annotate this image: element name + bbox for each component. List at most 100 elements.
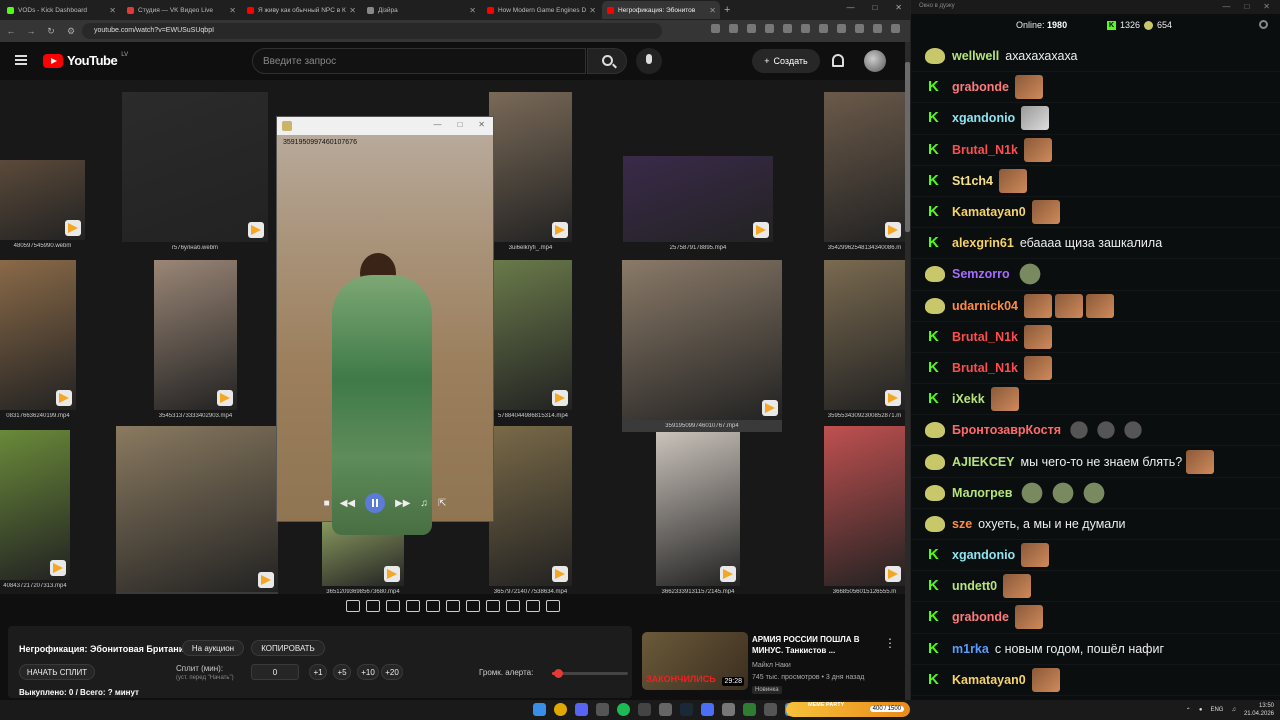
chat-username[interactable]: iXekk: [952, 392, 985, 406]
chat-username[interactable]: grabonde: [952, 610, 1009, 624]
maximize-icon[interactable]: □: [872, 3, 877, 12]
chat-username[interactable]: Kamatayan0: [952, 673, 1026, 687]
new-tab-icon[interactable]: +: [724, 4, 730, 16]
steam-icon[interactable]: [680, 703, 693, 716]
pause-button[interactable]: [365, 493, 386, 513]
search-button[interactable]: [587, 48, 627, 74]
video-file-tile[interactable]: 365797214077538634.mp4: [489, 426, 572, 594]
broadcast-icon[interactable]: [365, 600, 380, 612]
play-file-icon[interactable]: [258, 572, 274, 588]
chat-username[interactable]: St1ch4: [952, 174, 993, 188]
emote-icon[interactable]: [1121, 418, 1146, 443]
play-file-icon[interactable]: [217, 390, 233, 406]
close-icon[interactable]: ✕: [349, 6, 356, 15]
play-file-icon[interactable]: [552, 566, 568, 582]
menu-icon[interactable]: [15, 55, 27, 65]
emote-icon[interactable]: [1021, 106, 1050, 131]
video-file-tile[interactable]: 366233391311572145.mp4: [656, 426, 740, 594]
slider-knob[interactable]: [554, 669, 564, 678]
chat-message[interactable]: xgandonio: [911, 540, 1280, 572]
video-file-tile[interactable]: 35429962548134340086.m: [824, 92, 905, 254]
chat-message[interactable]: m1rka с новым годом, пошёл нафиг: [911, 634, 1280, 665]
chat-username[interactable]: udarnick04: [952, 299, 1018, 313]
voice-search-icon[interactable]: [636, 48, 662, 74]
emote-icon[interactable]: [1067, 418, 1092, 443]
download-icon[interactable]: [855, 24, 864, 33]
chat-message[interactable]: wellwell ахахахахаха: [911, 41, 1280, 73]
browser-tab[interactable]: Дізйра ✕: [362, 1, 480, 19]
chat-message[interactable]: Brutal_N1k: [911, 353, 1280, 385]
play-file-icon[interactable]: [885, 222, 901, 238]
emote-icon[interactable]: [1024, 324, 1052, 349]
copy-button[interactable]: КОПИРОВАТЬ: [251, 640, 325, 656]
chat-username[interactable]: xgandonio: [952, 111, 1015, 125]
play-file-icon[interactable]: [885, 390, 901, 406]
video-file-tile[interactable]: 408437217207313.mp4: [0, 430, 70, 592]
close-icon[interactable]: ✕: [709, 6, 716, 15]
video-file-tile[interactable]: 359195099746010767.mp4: [622, 260, 782, 432]
split-step-button[interactable]: +20: [381, 664, 403, 680]
notifications-icon[interactable]: [832, 54, 844, 67]
emote-icon[interactable]: [1031, 200, 1060, 225]
gear-icon[interactable]: [545, 600, 560, 612]
emote-icon[interactable]: [1080, 480, 1109, 505]
clock[interactable]: 13:50 21.04.2026: [1244, 702, 1274, 718]
chat-username[interactable]: undett0: [952, 579, 997, 593]
auction-button[interactable]: На аукцион: [182, 640, 244, 656]
avatar[interactable]: [864, 50, 886, 72]
browser-tab[interactable]: VODs - Kick Dashboard ✕: [2, 1, 120, 19]
video-file-tile[interactable]: 35955343092300852871.m: [824, 260, 905, 422]
clip-icon[interactable]: [445, 600, 460, 612]
browser-tab[interactable]: Студия — VK Видео Live ✕: [122, 1, 240, 19]
emote-icon[interactable]: [1021, 543, 1050, 568]
reload-icon[interactable]: ↻: [46, 26, 56, 37]
browser-tab[interactable]: Негрофикация: Эбонитов ✕: [602, 1, 720, 19]
alert-volume-slider[interactable]: [552, 669, 628, 678]
video-file-tile[interactable]: 083176636240199.mp4: [0, 260, 76, 422]
emote-icon[interactable]: [1018, 480, 1047, 505]
video-file-tile[interactable]: 480597545990.webm: [0, 160, 85, 252]
app-icon[interactable]: [743, 703, 756, 716]
play-file-icon[interactable]: [384, 566, 400, 582]
chrome-icon[interactable]: [554, 703, 567, 716]
chat-username[interactable]: БронтозаврКостя: [952, 423, 1061, 437]
chat-username[interactable]: Brutal_N1k: [952, 330, 1018, 344]
video-player[interactable]: 36685056015126555.m 366233391311572145.mp…: [0, 80, 905, 594]
meme-party-widget[interactable]: MEME PARTY 400 / 1500: [786, 702, 910, 717]
emote-icon[interactable]: [1024, 293, 1053, 318]
close-icon[interactable]: ✕: [469, 6, 476, 15]
start-split-button[interactable]: НАЧАТЬ СПЛИТ: [19, 664, 95, 680]
emote-icon[interactable]: [1055, 293, 1084, 318]
play-file-icon[interactable]: [552, 390, 568, 406]
profile-icon[interactable]: [873, 24, 882, 33]
pip-icon[interactable]: [425, 600, 440, 612]
play-file-icon[interactable]: [50, 560, 66, 576]
chat-username[interactable]: Semzorro: [952, 267, 1010, 281]
video-file-tile[interactable]: 354531373333402903.mp4: [154, 260, 237, 422]
chat-message[interactable]: Kamatayan0: [911, 197, 1280, 229]
emote-icon[interactable]: [1003, 574, 1032, 599]
browser-tab[interactable]: Я живу как обычный NPC в К ✕: [242, 1, 360, 19]
extension-icon[interactable]: [765, 24, 774, 33]
emote-icon[interactable]: [1024, 137, 1052, 162]
split-step-button[interactable]: +1: [309, 664, 327, 680]
puzzle-icon[interactable]: [837, 24, 846, 33]
discord-icon[interactable]: [575, 703, 588, 716]
close-icon[interactable]: ✕: [895, 3, 902, 12]
stop-icon[interactable]: ■: [324, 498, 330, 509]
language-indicator[interactable]: ENG: [1210, 707, 1223, 713]
chat-message[interactable]: sze охуеть, а мы и не думали: [911, 509, 1280, 540]
video-file-tile[interactable]: 57884044986815314.mp4: [494, 260, 572, 422]
chat-message[interactable]: Малогрев: [911, 478, 1280, 509]
chat-message[interactable]: Brutal_N1k: [911, 135, 1280, 166]
video-file-tile[interactable]: 363327973148403750.mp4: [116, 426, 278, 594]
emote-icon[interactable]: [1094, 418, 1119, 443]
app-icon[interactable]: [764, 703, 777, 716]
split-step-button[interactable]: +10: [357, 664, 379, 680]
camera-icon[interactable]: [505, 600, 520, 612]
chat-username[interactable]: grabonde: [952, 80, 1009, 94]
chat-username[interactable]: Brutal_N1k: [952, 143, 1018, 157]
chat-message[interactable]: Brutal_N1k: [911, 322, 1280, 353]
speed-icon[interactable]: [465, 600, 480, 612]
video-file-tile[interactable]: 36685056015126555.m: [824, 426, 905, 594]
